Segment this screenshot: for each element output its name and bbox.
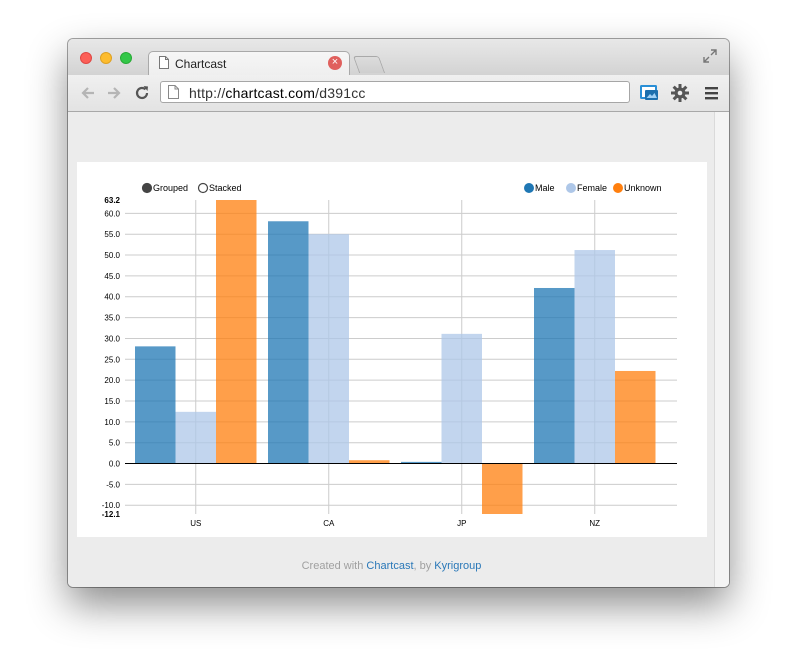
y-min-label: -12.1 xyxy=(102,510,121,519)
chart-panel: Grouped Stacked Male Female Unknown -10.0-… xyxy=(77,162,707,537)
legend-item-male[interactable]: Male xyxy=(524,183,555,193)
y-tick-label: 55.0 xyxy=(104,230,120,239)
y-tick-label: 45.0 xyxy=(104,272,120,281)
legend-item-female[interactable]: Female xyxy=(566,183,608,193)
stacked-toggle[interactable]: Stacked xyxy=(197,182,242,194)
url-host: chartcast.com xyxy=(225,85,316,101)
y-tick-label: 15.0 xyxy=(104,397,120,406)
zoom-window-button[interactable] xyxy=(120,52,132,64)
x-tick-label: CA xyxy=(323,519,335,528)
legend: Male Female Unknown xyxy=(524,183,662,193)
url-path: /d391cc xyxy=(315,85,366,101)
close-window-button[interactable] xyxy=(80,52,92,64)
y-tick-label: 5.0 xyxy=(109,439,121,448)
bar-unknown-ca[interactable] xyxy=(349,460,390,464)
menu-icon[interactable] xyxy=(702,83,722,103)
y-tick-label: 10.0 xyxy=(104,418,120,427)
scrollbar[interactable] xyxy=(714,112,729,587)
gear-icon[interactable] xyxy=(670,83,690,103)
legend-swatch xyxy=(613,183,623,193)
bar-male-nz[interactable] xyxy=(534,287,575,464)
y-tick-label: -10.0 xyxy=(102,501,121,510)
y-tick-label: 30.0 xyxy=(104,334,120,343)
page-icon xyxy=(168,85,179,99)
new-tab-button[interactable] xyxy=(352,56,386,73)
bar-female-ca[interactable] xyxy=(308,234,350,464)
address-bar[interactable]: http://chartcast.com/d391cc xyxy=(160,81,630,103)
x-tick-label: US xyxy=(190,519,201,528)
reload-icon[interactable] xyxy=(132,83,152,103)
page-content: Grouped Stacked Male Female Unknown -10.0-… xyxy=(68,112,729,587)
bar-unknown-jp[interactable] xyxy=(482,463,523,514)
legend-label: Female xyxy=(577,183,607,193)
chartcast-link[interactable]: Chartcast xyxy=(366,560,413,572)
stacked-radio[interactable] xyxy=(197,182,209,194)
y-tick-label: 20.0 xyxy=(104,376,120,385)
bar-unknown-us[interactable] xyxy=(216,200,257,464)
footer-middle: , by xyxy=(413,560,435,572)
footer: Created with Chartcast, by Kyrigroup xyxy=(68,560,715,572)
grouped-toggle[interactable]: Grouped xyxy=(141,182,189,194)
stacked-label: Stacked xyxy=(209,183,242,193)
bar-unknown-nz[interactable] xyxy=(615,370,656,464)
y-tick-label: 35.0 xyxy=(104,314,120,323)
y-max-label: 63.2 xyxy=(104,196,120,205)
forward-arrow-icon[interactable] xyxy=(104,83,124,103)
x-axis: US CA JP NZ xyxy=(125,463,677,528)
legend-label: Unknown xyxy=(624,183,662,193)
page-icon xyxy=(159,56,169,69)
browser-toolbar: http://chartcast.com/d391cc xyxy=(68,75,729,112)
footer-prefix: Created with xyxy=(301,560,367,572)
legend-label: Male xyxy=(535,183,555,193)
expand-icon[interactable] xyxy=(703,49,717,63)
bar-chart: Grouped Stacked Male Female Unknown -10.0-… xyxy=(102,182,677,528)
y-tick-label: 25.0 xyxy=(104,355,120,364)
y-tick-label: 60.0 xyxy=(104,209,120,218)
y-tick-label: 50.0 xyxy=(104,251,120,260)
minimize-window-button[interactable] xyxy=(100,52,112,64)
mode-controls: Grouped Stacked xyxy=(141,182,242,194)
url-text: http://chartcast.com/d391cc xyxy=(189,85,366,101)
bars xyxy=(135,200,656,514)
tab-close-icon[interactable]: × xyxy=(328,56,342,70)
y-tick-label: -5.0 xyxy=(106,480,120,489)
tab-title: Chartcast xyxy=(175,57,227,71)
kyrigroup-link[interactable]: Kyrigroup xyxy=(434,560,481,572)
browser-window: Chartcast × http://chartcast.com/d391cc xyxy=(68,39,729,587)
bar-female-jp[interactable] xyxy=(441,333,483,464)
legend-item-unknown[interactable]: Unknown xyxy=(613,183,662,193)
y-axis: -10.0 -5.0 0.0 5.0 10.0 15.0 20.0 25.0 30.0 35.0 4… xyxy=(102,196,121,519)
x-tick-label: NZ xyxy=(589,519,600,528)
x-tick-label: JP xyxy=(457,519,466,528)
bar-male-us[interactable] xyxy=(135,346,176,464)
bar-female-us[interactable] xyxy=(175,411,217,464)
title-bar: Chartcast × xyxy=(68,39,729,77)
bar-male-ca[interactable] xyxy=(268,221,309,464)
tab-chartcast[interactable]: Chartcast × xyxy=(148,51,350,77)
cast-icon[interactable] xyxy=(639,83,659,103)
legend-swatch xyxy=(524,183,534,193)
y-tick-label: 0.0 xyxy=(109,460,121,469)
legend-swatch xyxy=(566,183,576,193)
url-prefix: http:// xyxy=(189,85,226,101)
y-tick-label: 40.0 xyxy=(104,293,120,302)
grouped-radio[interactable] xyxy=(141,182,153,194)
grouped-label: Grouped xyxy=(153,183,188,193)
bar-female-nz[interactable] xyxy=(574,250,616,464)
back-arrow-icon[interactable] xyxy=(78,83,98,103)
